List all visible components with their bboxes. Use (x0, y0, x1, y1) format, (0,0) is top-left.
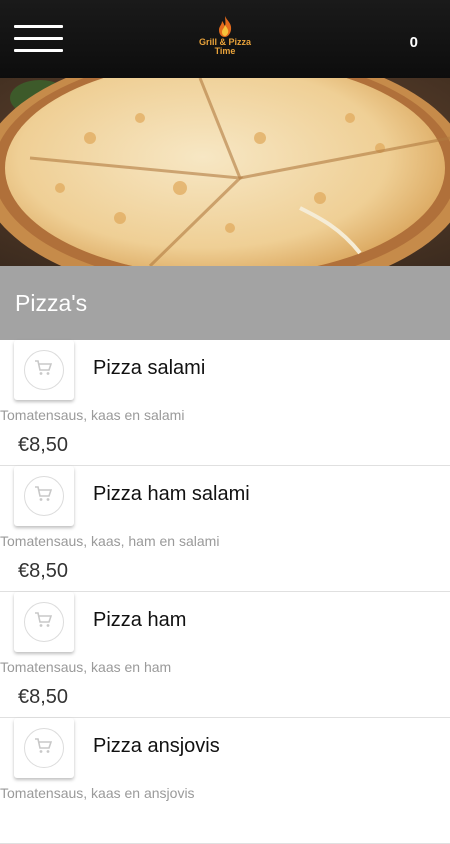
hamburger-menu-icon[interactable] (14, 25, 63, 53)
add-to-cart-button[interactable] (14, 340, 74, 400)
product-description: Tomatensaus, kaas en salami (0, 407, 185, 423)
section-header: Pizza's (0, 266, 450, 340)
cart-count[interactable]: 0 (410, 34, 418, 51)
add-to-cart-button[interactable] (14, 718, 74, 778)
hero-pizza-image (0, 78, 450, 266)
app-logo[interactable]: Grill & Pizza Time (190, 16, 260, 68)
shopping-cart-icon (35, 360, 52, 375)
product-name[interactable]: Pizza ansjovis (93, 734, 220, 758)
add-to-cart-button[interactable] (14, 466, 74, 526)
product-item: Pizza ansjovis Tomatensaus, kaas en ansj… (0, 718, 450, 844)
flame-logo-icon (219, 16, 232, 37)
section-title: Pizza's (15, 290, 88, 316)
product-name[interactable]: Pizza ham (93, 608, 186, 632)
product-name[interactable]: Pizza salami (93, 356, 205, 380)
product-description: Tomatensaus, kaas, ham en salami (0, 533, 220, 549)
shopping-cart-icon (35, 738, 52, 753)
product-list: Pizza salami Tomatensaus, kaas en salami… (0, 340, 450, 844)
shopping-cart-icon (35, 612, 52, 627)
product-item: Pizza ham salami Tomatensaus, kaas, ham … (0, 466, 450, 592)
logo-line-2: Time (214, 46, 236, 56)
product-description: Tomatensaus, kaas en ansjovis (0, 785, 195, 801)
product-description: Tomatensaus, kaas en ham (0, 659, 172, 675)
top-bar: Grill & Pizza Time 0 (0, 0, 450, 78)
product-name[interactable]: Pizza ham salami (93, 482, 250, 506)
shopping-cart-icon (35, 486, 52, 501)
add-to-cart-button[interactable] (14, 592, 74, 652)
product-price: €8,50 (18, 686, 69, 708)
product-price: €8,50 (18, 560, 69, 582)
product-item: Pizza ham Tomatensaus, kaas en ham €8,50 (0, 592, 450, 718)
product-price: €8,50 (18, 434, 69, 456)
product-item: Pizza salami Tomatensaus, kaas en salami… (0, 340, 450, 466)
